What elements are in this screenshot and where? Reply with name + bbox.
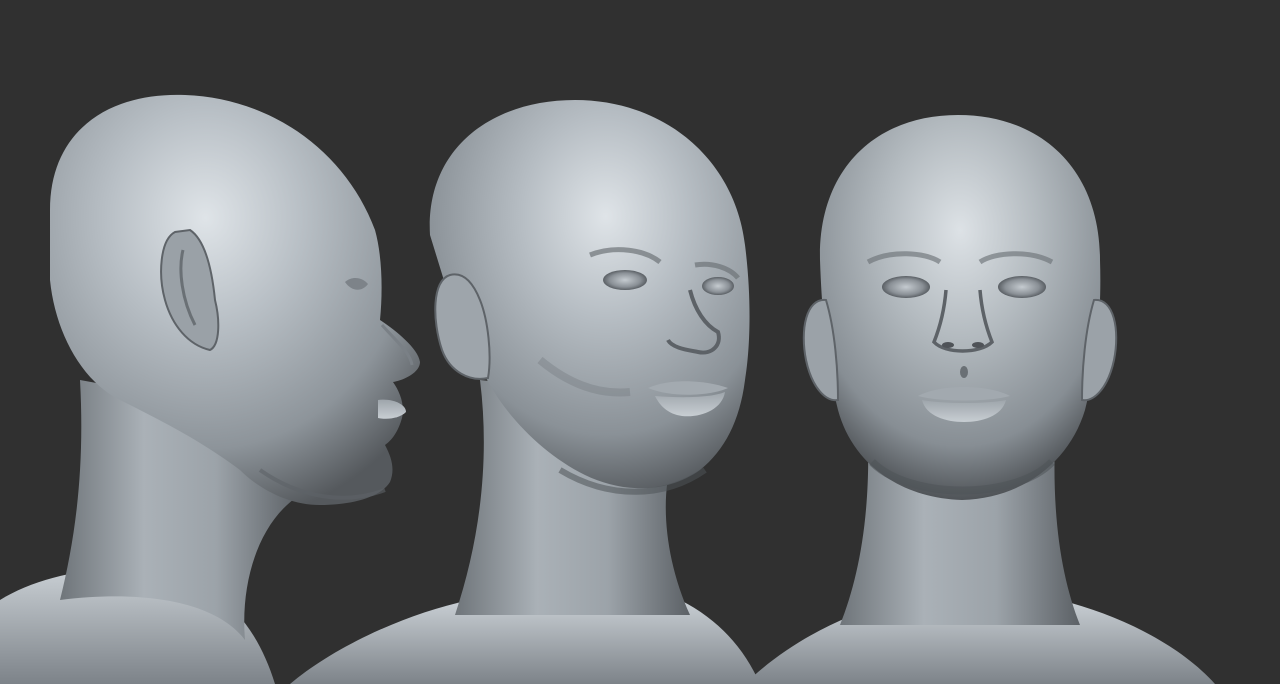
three-quarter-eye-left (603, 270, 647, 290)
front-philtrum-piercing (960, 366, 968, 378)
front-eye-right (998, 276, 1046, 298)
front-head (819, 115, 1101, 500)
front-eye-left (882, 276, 930, 298)
front-nostril-left (942, 342, 954, 348)
three-quarter-eye-right (702, 277, 734, 295)
sculpt-render (0, 0, 1280, 684)
front-nostril-right (972, 342, 984, 348)
render-viewport (0, 0, 1280, 684)
